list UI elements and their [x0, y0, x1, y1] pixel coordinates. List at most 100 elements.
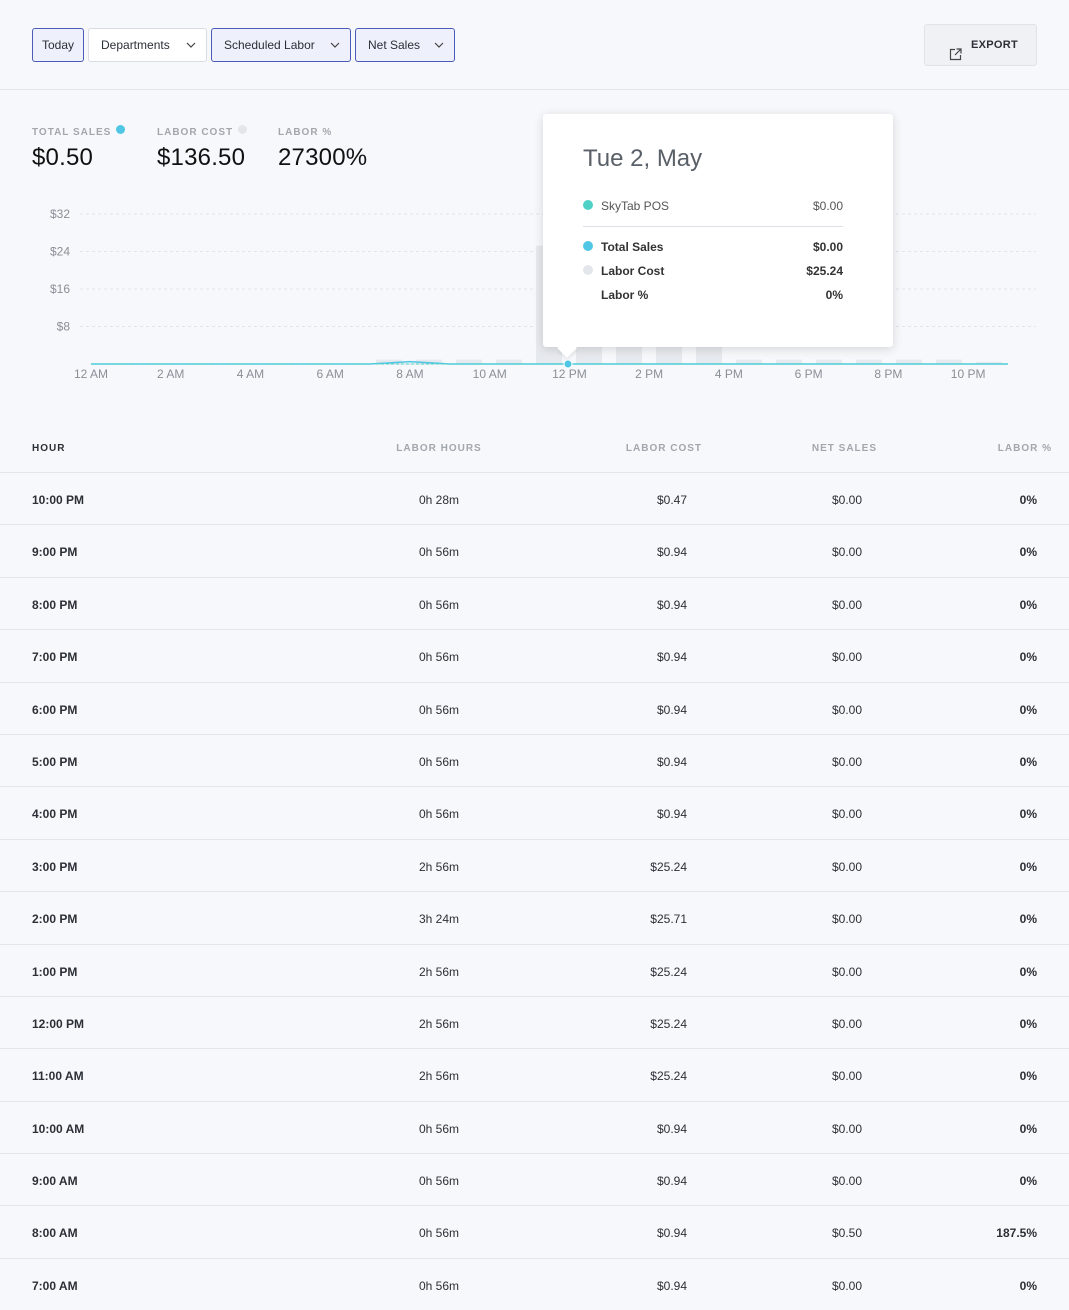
net-sales-cell: $0.00 [831, 702, 862, 717]
hour-cell: 6:00 PM [32, 702, 78, 717]
net-sales-cell: $0.00 [831, 754, 862, 769]
header-labor-cost[interactable]: LABOR COST [570, 443, 702, 454]
net-sales-dropdown[interactable]: Net Sales [355, 28, 455, 62]
labor-hours-cell: 0h 56m [418, 545, 460, 560]
table-row[interactable]: 11:00 AM 2h 56m $25.24 $0.00 0% [0, 1049, 1069, 1102]
table-row[interactable]: 9:00 AM 0h 56m $0.94 $0.00 0% [0, 1154, 1069, 1207]
hour-cell: 8:00 AM [32, 1226, 78, 1241]
labor-cost-cell: $0.94 [656, 1174, 687, 1189]
net-sales-cell: $0.00 [831, 1016, 862, 1031]
net-sales-cell: $0.50 [831, 1226, 862, 1241]
labor-pct-cell: 0% [1019, 702, 1037, 717]
departments-dropdown[interactable]: Departments [88, 28, 207, 62]
labor-cost-label: LABOR COST [157, 127, 234, 138]
export-button[interactable]: EXPORT [924, 24, 1037, 66]
table-header: HOUR LABOR HOURS LABOR COST NET SALES LA… [0, 428, 1069, 473]
hour-cell: 5:00 PM [32, 754, 78, 769]
labor-hours-cell: 2h 56m [418, 1069, 460, 1084]
table-row[interactable]: 6:00 PM 0h 56m $0.94 $0.00 0% [0, 683, 1069, 735]
labor-cost-cell: $0.94 [656, 1226, 687, 1241]
hour-cell: 8:00 PM [32, 597, 78, 612]
total-sales-stat: TOTAL SALES $0.50 [32, 122, 126, 172]
today-filter-button[interactable]: Today [32, 28, 84, 62]
external-link-icon [949, 38, 962, 61]
hour-cell: 7:00 PM [32, 650, 78, 665]
labor-pct-cell: 0% [1019, 1174, 1037, 1189]
net-sales-cell: $0.00 [831, 1278, 862, 1293]
hour-cell: 9:00 PM [32, 545, 78, 560]
labor-cost-cell: $0.47 [656, 493, 687, 507]
table-row[interactable]: 7:00 PM 0h 56m $0.94 $0.00 0% [0, 630, 1069, 683]
labor-cost-cell: $0.94 [656, 807, 687, 822]
labor-hours-cell: 0h 56m [418, 807, 460, 822]
labor-pct-cell: 187.5% [996, 1226, 1037, 1241]
labor-pct-cell: 0% [1019, 493, 1037, 507]
table-row[interactable]: 7:00 AM 0h 56m $0.94 $0.00 0% [0, 1259, 1069, 1310]
labor-hours-cell: 0h 28m [418, 493, 460, 507]
net-sales-cell: $0.00 [831, 1174, 862, 1189]
table-row[interactable]: 5:00 PM 0h 56m $0.94 $0.00 0% [0, 735, 1069, 788]
table-row[interactable]: 10:00 AM 0h 56m $0.94 $0.00 0% [0, 1102, 1069, 1155]
labor-pct-cell: 0% [1019, 1121, 1037, 1136]
hour-cell: 10:00 AM [32, 1121, 85, 1136]
table-row[interactable]: 3:00 PM 2h 56m $25.24 $0.00 0% [0, 840, 1069, 893]
table-row[interactable]: 9:00 PM 0h 56m $0.94 $0.00 0% [0, 525, 1069, 578]
labor-hours-cell: 0h 56m [418, 1278, 460, 1293]
labor-pct-cell: 0% [1019, 754, 1037, 769]
today-filter-label: Today [42, 38, 75, 52]
labor-cost-cell: $0.94 [656, 597, 687, 612]
table-row[interactable]: 2:00 PM 3h 24m $25.71 $0.00 0% [0, 892, 1069, 945]
table-row[interactable]: 10:00 PM 0h 28m $0.47 $0.00 0% [0, 473, 1069, 526]
labor-hours-cell: 0h 56m [418, 702, 460, 717]
labor-cost-cell: $0.94 [656, 650, 687, 665]
labor-cost-cell: $0.94 [656, 702, 687, 717]
x-tick-label: 6 PM [795, 367, 823, 381]
x-tick-label: 4 AM [237, 367, 264, 381]
x-tick-label: 12 PM [552, 367, 587, 381]
net-sales-cell: $0.00 [831, 650, 862, 665]
labor-cost-cell: $0.94 [656, 754, 687, 769]
chart-tooltip: Tue 2, May SkyTab POS $0.00 Total Sales … [543, 114, 893, 358]
scheduled-labor-label: Scheduled Labor [224, 38, 315, 52]
table-row[interactable]: 8:00 PM 0h 56m $0.94 $0.00 0% [0, 578, 1069, 631]
table-row[interactable]: 12:00 PM 2h 56m $25.24 $0.00 0% [0, 997, 1069, 1050]
labor-pct-cell: 0% [1019, 1016, 1037, 1031]
hour-cell: 7:00 AM [32, 1278, 78, 1293]
header-net-sales[interactable]: NET SALES [760, 443, 877, 454]
header-labor-pct[interactable]: LABOR % [940, 443, 1052, 454]
header-labor-hours[interactable]: LABOR HOURS [340, 443, 538, 454]
total-sales-legend-dot [116, 125, 126, 134]
x-tick-label: 4 PM [715, 367, 743, 381]
labor-pct-stat: LABOR % 27300% [278, 122, 367, 172]
hourly-chart: $32 $24 $16 $8 12 AM 2 AM 4 AM 6 AM 8 AM 10 AM 12 … [50, 207, 1036, 381]
table-row[interactable]: 4:00 PM 0h 56m $0.94 $0.00 0% [0, 787, 1069, 840]
labor-cost-cell: $25.24 [650, 859, 687, 874]
y-tick-label: $8 [57, 320, 71, 334]
labor-pct-cell: 0% [1019, 912, 1037, 927]
tooltip-row-name: SkyTab POS [601, 199, 670, 213]
labor-pct-cell: 0% [1019, 1278, 1037, 1293]
y-tick-label: $24 [50, 245, 70, 259]
x-tick-label: 8 AM [396, 367, 423, 381]
scheduled-labor-dropdown[interactable]: Scheduled Labor [211, 28, 351, 62]
table-row[interactable]: 8:00 AM 0h 56m $0.94 $0.50 187.5% [0, 1206, 1069, 1259]
labor-hours-cell: 2h 56m [418, 859, 460, 874]
x-tick-label: 2 AM [157, 367, 184, 381]
labor-pct-cell: 0% [1019, 807, 1037, 822]
net-sales-cell: $0.00 [831, 1069, 862, 1084]
labor-pct-cell: 0% [1019, 650, 1037, 665]
x-tick-label: 12 AM [74, 367, 108, 381]
hour-cell: 9:00 AM [32, 1174, 78, 1189]
header-hour[interactable]: HOUR [32, 443, 65, 454]
labor-hours-cell: 0h 56m [418, 1226, 460, 1241]
net-sales-cell: $0.00 [831, 912, 862, 927]
labor-cost-stat: LABOR COST $136.50 [157, 122, 248, 172]
labor-hours-cell: 2h 56m [418, 1016, 460, 1031]
export-label: EXPORT [971, 39, 1019, 51]
net-sales-cell: $0.00 [831, 859, 862, 874]
labor-hours-cell: 3h 24m [418, 912, 460, 927]
net-sales-cell: $0.00 [831, 493, 862, 507]
labor-cost-legend-dot [238, 125, 248, 134]
table-row[interactable]: 1:00 PM 2h 56m $25.24 $0.00 0% [0, 945, 1069, 997]
labor-hours-cell: 0h 56m [418, 1174, 460, 1189]
